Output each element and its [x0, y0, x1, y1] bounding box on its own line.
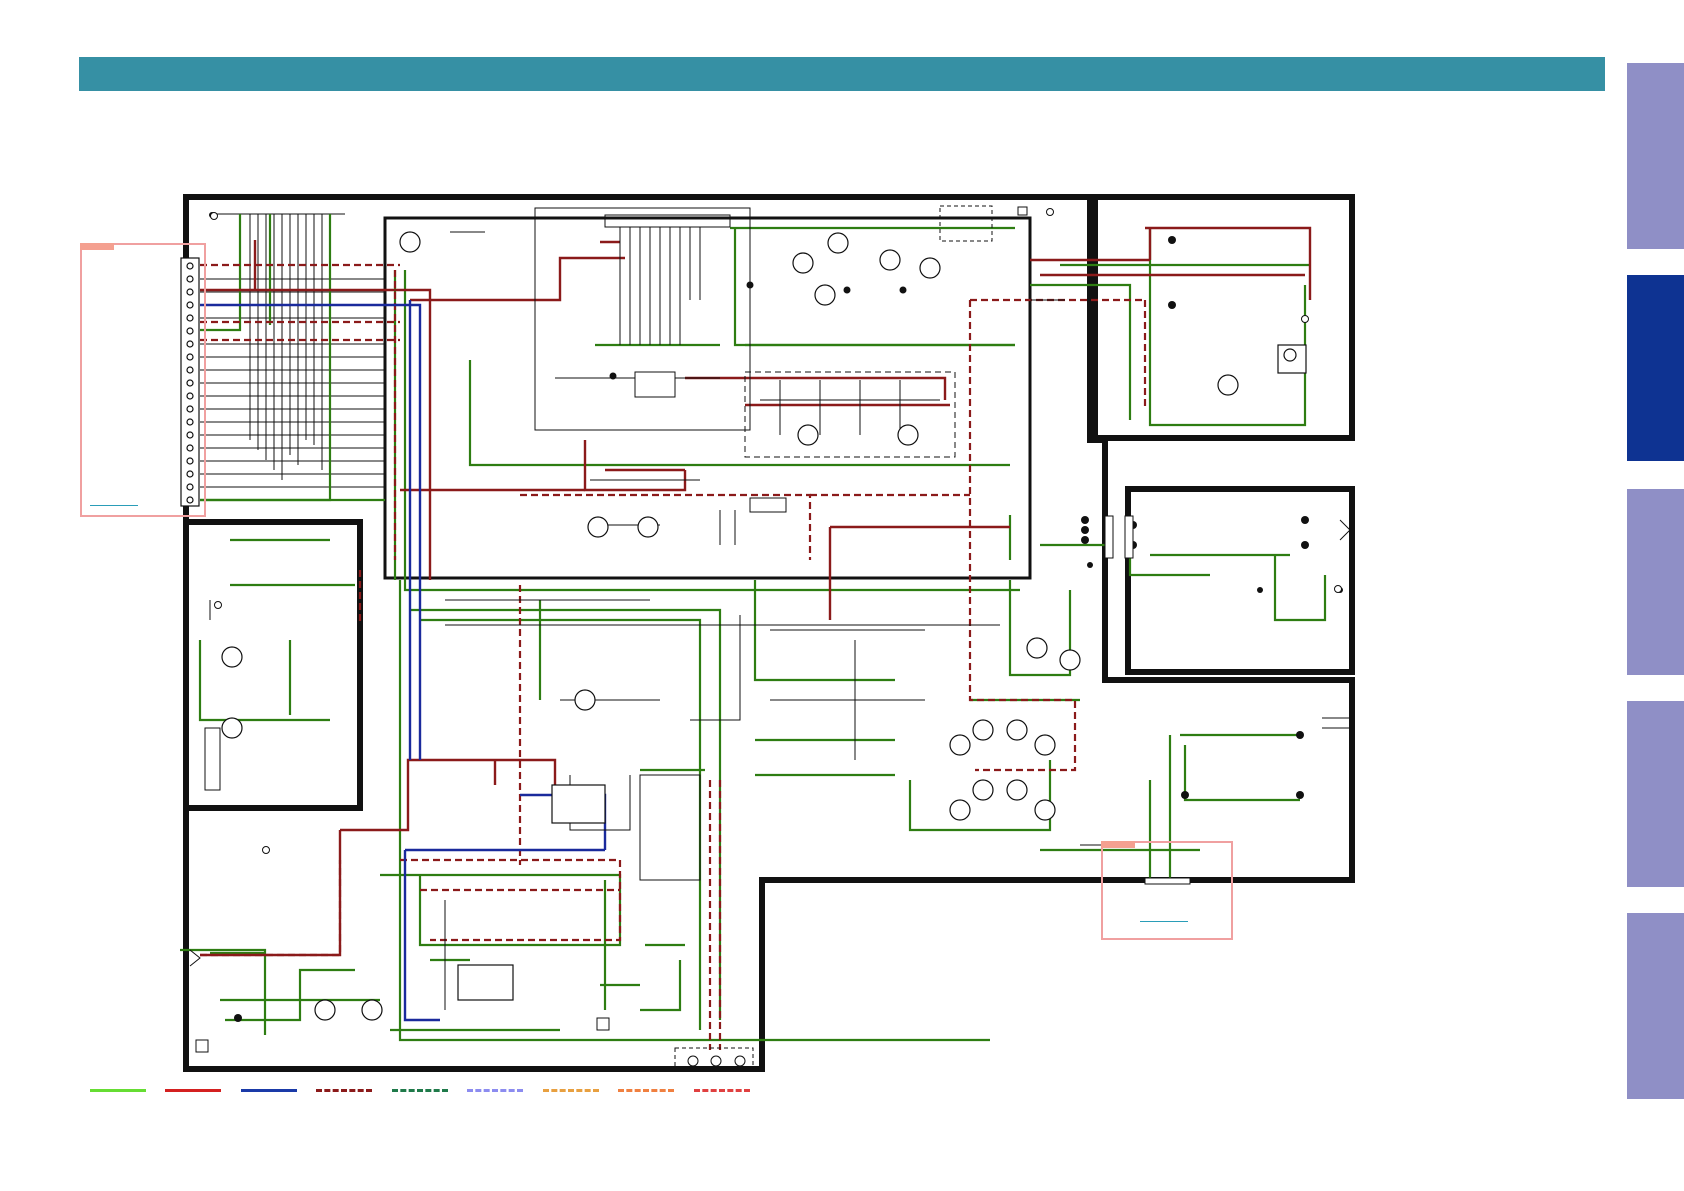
legend-dashed-lavender [467, 1089, 523, 1092]
legend-dashed-green [392, 1089, 448, 1092]
ic-chip [551, 784, 606, 824]
transistor [879, 249, 901, 271]
transistors [221, 231, 1239, 1021]
transistor [972, 779, 994, 801]
legend-dashed-yellow-orange [543, 1089, 599, 1092]
transistor [1034, 799, 1056, 821]
ic-chip [457, 964, 514, 1001]
legend-solid-blue [241, 1089, 297, 1092]
transistor [574, 689, 596, 711]
legend-dashed-red [694, 1089, 750, 1092]
transistor [1006, 779, 1028, 801]
transistor [827, 232, 849, 254]
legend-solid-red [165, 1089, 221, 1092]
transistor [897, 424, 919, 446]
transistor [221, 646, 243, 668]
transistor [221, 717, 243, 739]
left-sub-board [186, 519, 363, 811]
callout-bottom-right-line [1140, 921, 1188, 922]
transistor [919, 257, 941, 279]
callout-left-connector [80, 243, 206, 517]
transistor [797, 424, 819, 446]
callout-bottom-right [1101, 841, 1233, 940]
transistor [1059, 649, 1081, 671]
transistor [1034, 734, 1056, 756]
transistor [361, 999, 383, 1021]
transistor [587, 516, 609, 538]
transistor [637, 516, 659, 538]
transistor [814, 284, 836, 306]
blue-wires [200, 300, 607, 1022]
legend-solid-green [90, 1089, 146, 1092]
transistor [1217, 374, 1239, 396]
callout-left-line [90, 505, 138, 506]
transistor [399, 231, 421, 253]
callout-bottom-right-tag [1101, 841, 1135, 848]
transistor [1026, 637, 1048, 659]
transistor [949, 734, 971, 756]
legend-dashed-dark-red [316, 1089, 372, 1092]
transistor [314, 999, 336, 1021]
transistor [972, 719, 994, 741]
legend-dashed-orange [618, 1089, 674, 1092]
left-connector-wires [200, 213, 385, 488]
right-top-board [1092, 194, 1355, 441]
transistor [1006, 719, 1028, 741]
callout-left-tag [80, 243, 114, 250]
wiring-schematic [180, 194, 1355, 1072]
transistor [792, 252, 814, 274]
transistor [949, 799, 971, 821]
right-mid-board [1125, 486, 1355, 675]
